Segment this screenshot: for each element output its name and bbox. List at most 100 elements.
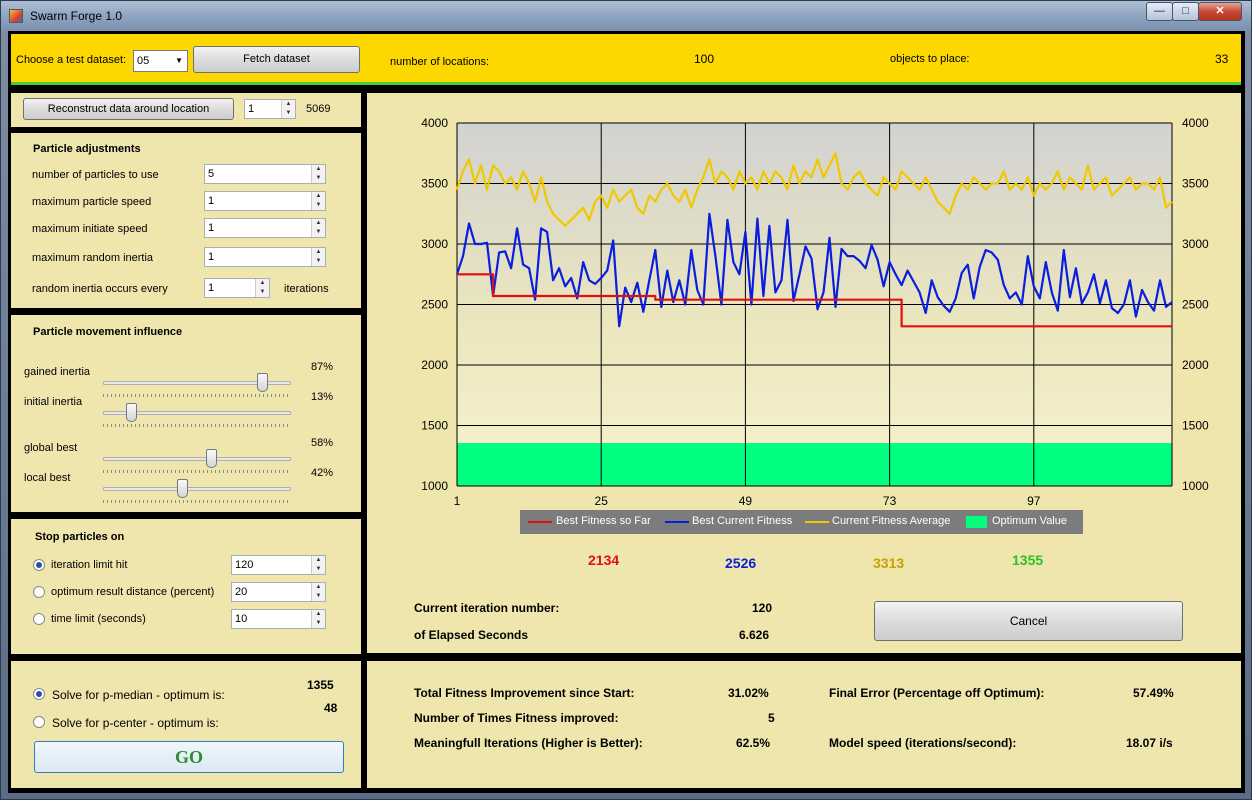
iterations-suffix: iterations	[284, 283, 329, 295]
time-limit-stepper[interactable]: 10 ▲ ▼	[231, 609, 326, 629]
y-tick-label-right: 3000	[1182, 237, 1209, 251]
maximize-button[interactable]: □	[1172, 2, 1199, 21]
elapsed-label: of Elapsed Seconds	[414, 628, 529, 642]
fetch-dataset-button[interactable]: Fetch dataset	[193, 46, 360, 73]
summary-panel: Total Fitness Improvement since Start: 3…	[367, 661, 1241, 788]
y-tick-label-left: 1000	[421, 479, 448, 493]
locations-label: number of locations:	[390, 56, 490, 68]
legend-best-so-far: Best Fitness so Far	[556, 515, 651, 527]
iteration-limit-radio[interactable]	[33, 559, 45, 571]
x-tick-label: 1	[454, 494, 461, 508]
field-label: maximum initiate speed	[32, 223, 148, 235]
slider-ticks	[103, 394, 291, 397]
y-tick-label-right: 1500	[1182, 419, 1209, 433]
improvement-label: Total Fitness Improvement since Start:	[414, 686, 635, 700]
particle-adjustments-panel: Particle adjustments number of particles…	[11, 133, 361, 308]
current-optimum: 1355	[1012, 552, 1044, 568]
current-best-so-far: 2134	[588, 552, 620, 568]
objects-value: 33	[1215, 52, 1229, 66]
random-every-stepper[interactable]: 1 ▲ ▼	[204, 278, 270, 298]
times-value: 5	[768, 711, 775, 725]
stepper-arrows[interactable]: ▲ ▼	[311, 610, 325, 628]
stepper-arrows[interactable]: ▲ ▼	[255, 279, 269, 297]
legend-swatch-average	[805, 521, 829, 523]
pcenter-radio[interactable]	[33, 716, 45, 728]
optimum-distance-stepper[interactable]: 20 ▲ ▼	[231, 582, 326, 602]
x-tick-label: 49	[739, 494, 753, 508]
y-tick-label-left: 3000	[421, 237, 448, 251]
chart-legend: Best Fitness so Far Best Current Fitness…	[520, 510, 1083, 534]
cancel-button[interactable]: Cancel	[874, 601, 1183, 641]
stepper-arrows[interactable]: ▲ ▼	[311, 219, 325, 237]
iteration-limit-stepper[interactable]: 120 ▲ ▼	[231, 555, 326, 575]
slider-thumb[interactable]	[126, 403, 137, 422]
stepper-value: 1	[208, 195, 215, 207]
reconstruct-button[interactable]: Reconstruct data around location	[23, 98, 234, 120]
legend-swatch-optimum	[966, 516, 987, 528]
minimize-button[interactable]: —	[1146, 2, 1173, 21]
stepper-value: 1	[208, 251, 215, 263]
y-tick-label-left: 1500	[421, 419, 448, 433]
app-window: Swarm Forge 1.0 — □ ✕ Choose a test data…	[0, 0, 1252, 800]
stepper-arrows[interactable]: ▲ ▼	[311, 165, 325, 183]
slider-thumb[interactable]	[256, 373, 268, 392]
current-best-current: 2526	[725, 555, 757, 571]
meaningful-value: 62.5%	[736, 736, 771, 750]
pmedian-radio[interactable]	[33, 688, 45, 700]
legend-swatch-best-so-far	[528, 521, 552, 523]
field-label: number of particles to use	[32, 169, 159, 181]
slider-percent: 42%	[311, 467, 334, 479]
legend-average: Current Fitness Average	[832, 515, 951, 527]
stepper-arrows[interactable]: ▲ ▼	[311, 248, 325, 266]
slider-track[interactable]	[103, 457, 291, 461]
field-label: maximum particle speed	[32, 196, 152, 208]
reconstruct-count: 5069	[306, 103, 331, 115]
iteration-value: 120	[752, 601, 773, 615]
client-area: Choose a test dataset: 05 ▼ Fetch datase…	[8, 31, 1245, 793]
dataset-label: Choose a test dataset:	[16, 54, 127, 66]
stepper-value: 5	[208, 168, 215, 180]
dataset-value: 05	[137, 55, 150, 67]
stepper-arrows[interactable]: ▲ ▼	[311, 556, 325, 574]
location-stepper[interactable]: 1 ▲ ▼	[244, 99, 296, 119]
slider-thumb[interactable]	[177, 479, 189, 498]
stepper-value: 20	[235, 586, 248, 598]
y-tick-label-left: 3500	[421, 177, 448, 191]
stepper-arrows[interactable]: ▲ ▼	[311, 192, 325, 210]
movement-influence-panel: Particle movement influence gained inert…	[11, 315, 361, 512]
legend-swatch-best-current	[665, 521, 689, 523]
slider-track[interactable]	[103, 487, 291, 491]
stop-title: Stop particles on	[35, 531, 125, 543]
particle-speed-stepper[interactable]: 1 ▲ ▼	[204, 191, 326, 211]
particles-count-stepper[interactable]: 5 ▲ ▼	[204, 164, 326, 184]
legend-best-current: Best Current Fitness	[692, 515, 793, 527]
app-icon	[9, 9, 23, 23]
current-average: 3313	[873, 555, 905, 571]
x-tick-label: 97	[1027, 494, 1041, 508]
time-limit-radio[interactable]	[33, 613, 45, 625]
iteration-label: Current iteration number:	[414, 601, 560, 615]
y-tick-label-right: 1000	[1182, 479, 1209, 493]
slider-label: gained inertia	[24, 366, 91, 378]
meaningful-label: Meaningfull Iterations (Higher is Better…	[414, 736, 643, 750]
stepper-arrows[interactable]: ▲ ▼	[281, 100, 295, 118]
stepper-arrows[interactable]: ▲ ▼	[311, 583, 325, 601]
stepper-value: 1	[208, 282, 215, 294]
stepper-value: 120	[235, 559, 254, 571]
initiate-speed-stepper[interactable]: 1 ▲ ▼	[204, 218, 326, 238]
error-label: Final Error (Percentage off Optimum):	[829, 686, 1045, 700]
close-button[interactable]: ✕	[1198, 2, 1242, 21]
go-button[interactable]: GO	[34, 741, 344, 773]
pcenter-optimum: 48	[324, 701, 338, 715]
fitness-chart: 1000 1000 1500 1500 2000 2000 2500 2500 3000 3000…	[421, 116, 1209, 508]
times-label: Number of Times Fitness improved:	[414, 711, 619, 725]
optimum-distance-radio[interactable]	[33, 586, 45, 598]
random-inertia-stepper[interactable]: 1 ▲ ▼	[204, 247, 326, 267]
slider-thumb[interactable]	[205, 449, 217, 468]
reconstruct-panel: Reconstruct data around location 1 ▲ ▼ 50…	[11, 93, 361, 127]
elapsed-value: 6.626	[739, 628, 770, 642]
dataset-select[interactable]: 05 ▼	[133, 50, 188, 72]
slider-label: global best	[24, 442, 78, 454]
title-bar[interactable]: Swarm Forge 1.0 — □ ✕	[1, 1, 1251, 31]
pmedian-optimum: 1355	[307, 678, 334, 692]
